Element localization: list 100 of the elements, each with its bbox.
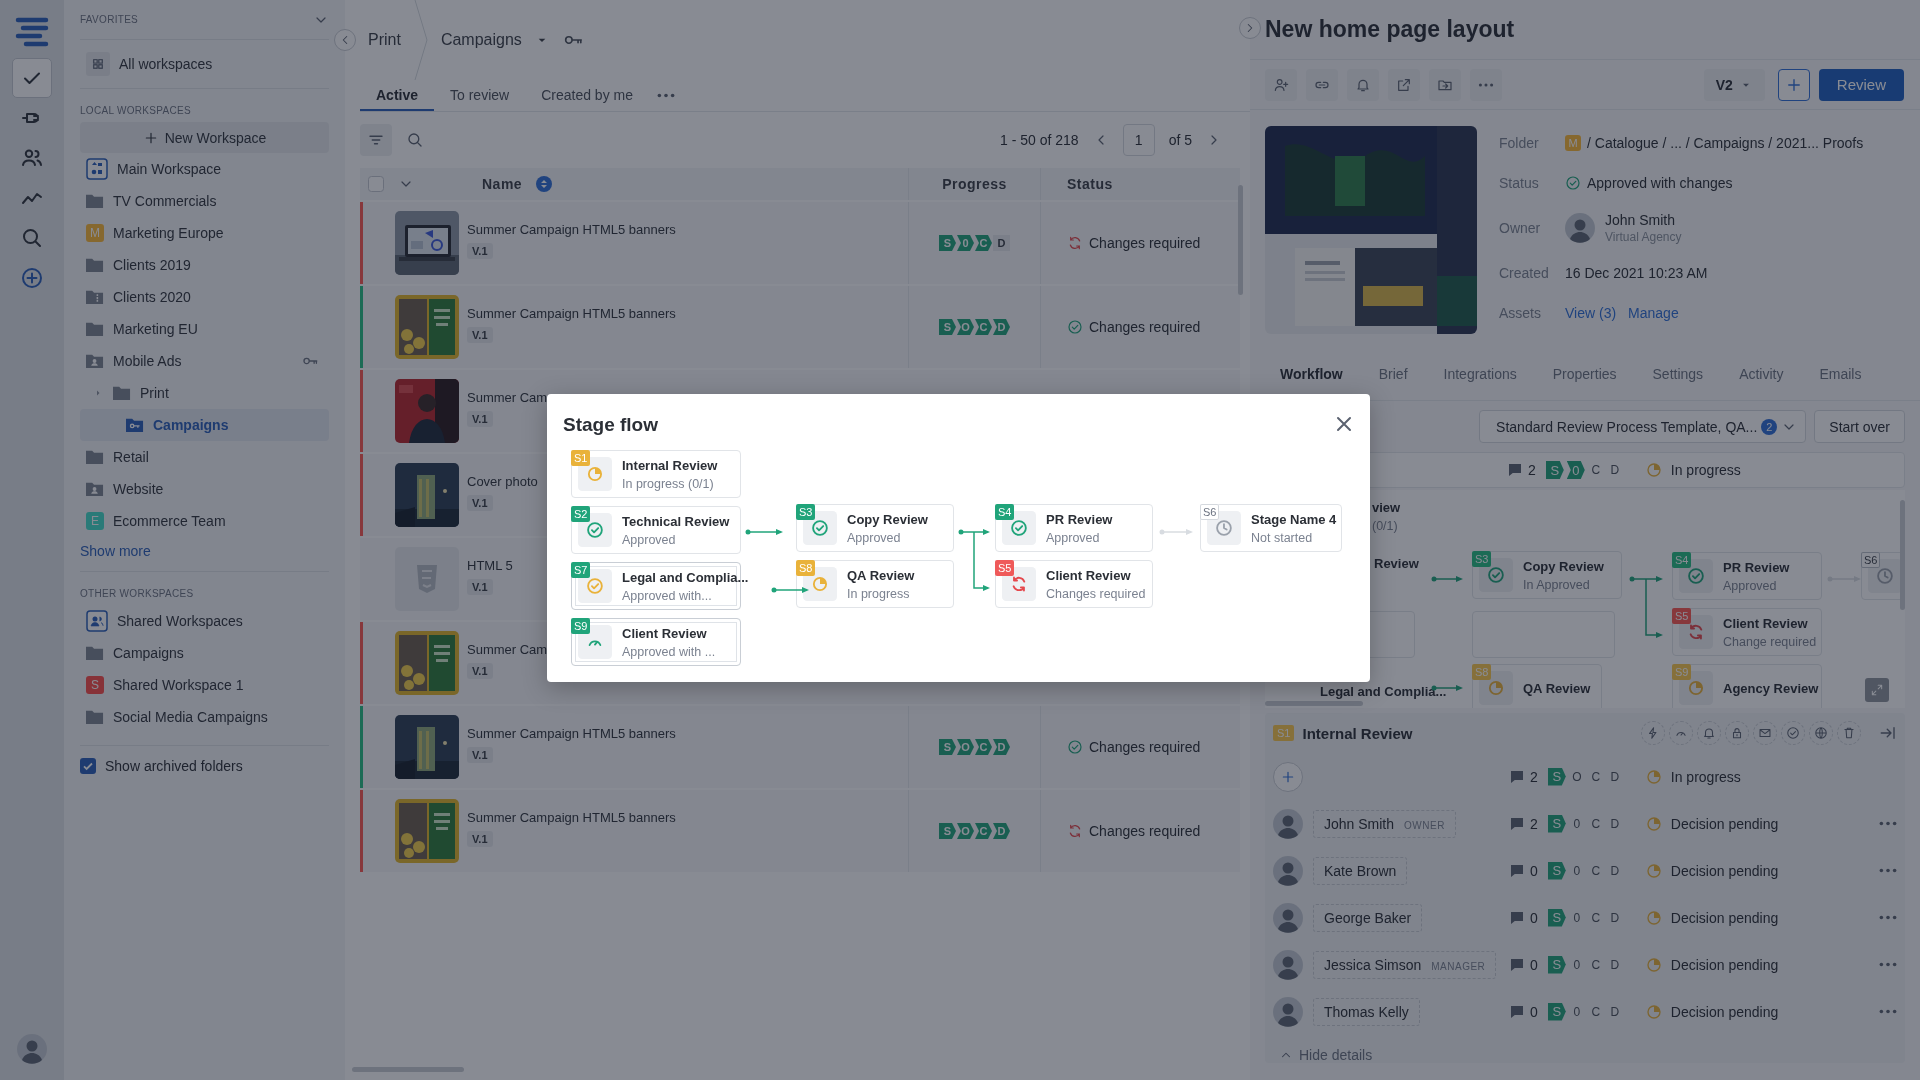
sidebar-item[interactable]: All workspaces [80,48,329,80]
status-text: Changes required [1089,235,1201,251]
hide-details-link[interactable]: Hide details [1299,1047,1373,1063]
stage-card[interactable]: S3 Copy Review Approved [796,504,954,552]
sidebar-item[interactable]: M Marketing Europe [80,217,329,249]
expand-button[interactable] [1865,678,1889,702]
table-row[interactable]: Summer Campaign HTML5 banners V.1 S O C D Changes required [360,790,1240,872]
tab[interactable]: Integrations [1425,349,1535,401]
assets-link[interactable]: Manage [1628,305,1679,321]
more-button[interactable] [1470,68,1502,101]
sidebar-item[interactable]: Print [80,377,329,409]
stage-card[interactable]: S8 QA Review [1472,664,1602,708]
stage-name: Review [1374,556,1419,571]
stage-card[interactable]: S8 QA Review In progress [796,560,954,608]
name-chip[interactable]: Jessica Simson MANAGER [1313,950,1497,979]
stage-badge: S6 [1200,504,1220,520]
stage-card[interactable]: S9 Client Review Approved with ... [571,618,741,666]
table-row[interactable]: Summer Campaign HTML5 banners V.1 S O C D Changes required [360,706,1240,788]
sidebar-item[interactable]: Campaigns [80,409,329,441]
stage-card[interactable]: S4 PR Review Approved [1672,552,1822,600]
share-button[interactable] [1388,68,1420,101]
stage-card[interactable]: S3 Copy Review In Approved [1472,551,1622,599]
column-header[interactable]: Name [482,176,523,192]
more-icon[interactable] [1879,868,1897,873]
stage-status: Approved with ... [622,644,716,659]
version-dropdown[interactable]: V2 [1703,68,1765,101]
more-icon[interactable] [1879,1009,1897,1014]
sidebar-item[interactable]: Clients 2019 [80,249,329,281]
sidebar-item[interactable]: Campaigns [80,637,329,669]
folder-button[interactable] [1429,68,1461,101]
add-user-button[interactable] [1265,68,1297,101]
sidebar-item[interactable]: Website [80,473,329,505]
scrollbar[interactable] [352,1067,464,1072]
comment-count: 2 [1528,462,1536,478]
name-chip[interactable]: John Smith OWNER [1313,809,1456,838]
sidebar-item[interactable]: S Shared Workspace 1 [80,669,329,701]
tab[interactable]: Created by me [525,80,649,111]
sidebar-item[interactable]: TV Commercials [80,185,329,217]
stage-card[interactable]: S2 Technical Review Approved [571,506,741,554]
nav-button[interactable] [12,58,52,98]
tab[interactable]: Active [360,80,435,111]
field-label: Folder [1499,135,1540,151]
template-dropdown[interactable]: Standard Review Process Template, QA... 2 [1479,410,1807,443]
name-chip[interactable]: George Baker [1313,903,1423,932]
sidebar-item[interactable]: E Ecommerce Team [80,505,329,537]
column-header[interactable]: Status [1067,176,1113,192]
add-reviewer-button[interactable] [1273,761,1303,792]
filter-button[interactable] [360,124,392,156]
more-icon[interactable] [1879,962,1897,967]
tab[interactable]: Activity [1721,349,1802,401]
sidebar-item[interactable]: Social Media Campaigns [80,701,329,733]
checkbox[interactable] [80,758,96,774]
breadcrumb-link[interactable]: Campaigns [440,31,522,49]
column-header[interactable]: Progress [942,176,1007,192]
checkbox[interactable] [368,176,384,192]
tab[interactable]: Brief [1360,349,1426,401]
stage-card[interactable]: S5 Client Review Change required [1672,608,1822,656]
stage-card[interactable]: S5 Client Review Changes required [995,560,1153,608]
sidebar-item[interactable]: Main Workspace [80,153,329,185]
more-icon[interactable] [1879,821,1897,826]
search-icon[interactable] [406,131,424,149]
name-chip[interactable]: Kate Brown [1313,856,1408,885]
show-more-link[interactable]: Show more [80,543,329,559]
collapse-icon[interactable] [1879,724,1897,742]
breadcrumb-link[interactable]: Print [368,31,401,49]
stage-name: Legal and Complia... [1320,684,1447,699]
tab[interactable]: Settings [1634,349,1722,401]
scrollbar[interactable] [1265,701,1363,706]
more-icon[interactable] [657,93,675,98]
review-button[interactable]: Review [1818,68,1904,101]
sidebar-item[interactable]: Clients 2020 [80,281,329,313]
sort-icon[interactable] [536,176,553,192]
page-field[interactable]: 1 [1122,124,1155,156]
tab[interactable]: Emails [1801,349,1880,401]
sidebar-item[interactable]: Marketing EU [80,313,329,345]
sidebar-item[interactable]: Shared Workspaces [80,605,329,637]
table-row[interactable]: Summer Campaign HTML5 banners V.1 S O C D Changes required [360,286,1240,368]
name-chip[interactable]: Thomas Kelly [1313,997,1420,1026]
folder-icon [86,192,104,210]
sidebar-item[interactable]: Mobile Ads [80,345,329,377]
assets-link[interactable]: View (3) [1565,305,1617,321]
new-workspace-button[interactable]: New Workspace [80,122,329,153]
stage-card[interactable]: S6 Stage Name 4 Not started [1200,504,1342,552]
stage-card[interactable]: S9 Agency Review [1672,664,1822,708]
progress-step: D [1606,956,1623,973]
add-button[interactable] [1777,68,1810,101]
stage-card[interactable]: S4 PR Review Approved [995,504,1153,552]
table-row[interactable]: Summer Campaign HTML5 banners V.1 S 0 C D Changes required [360,202,1240,284]
scrollbar[interactable] [1900,500,1905,610]
start-over-button[interactable]: Start over [1814,410,1905,443]
tab[interactable]: Properties [1534,349,1635,401]
sidebar-item[interactable]: Retail [80,441,329,473]
progress-step: C [975,235,992,251]
bell-button[interactable] [1347,68,1379,101]
more-icon[interactable] [1879,915,1897,920]
stage-badge: S3 [1472,551,1492,567]
link-button[interactable] [1306,68,1338,101]
scrollbar[interactable] [1238,185,1243,295]
stage-card[interactable]: S1 Internal Review In progress (0/1) [571,450,741,498]
tab[interactable]: To review [434,80,526,111]
